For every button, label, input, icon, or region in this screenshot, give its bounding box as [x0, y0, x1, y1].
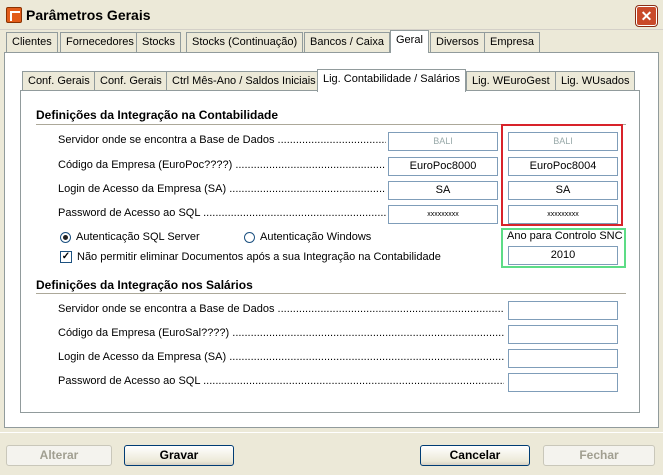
contab-server-field-1[interactable]: BALI	[388, 132, 498, 151]
highlight-red-box	[501, 124, 623, 226]
salarios-server-label: Servidor onde se encontra a Base de Dado…	[58, 303, 504, 315]
no-delete-checkbox[interactable]: ✓	[60, 251, 72, 263]
salarios-password-field[interactable]	[508, 373, 618, 392]
close-button[interactable]: ✕	[635, 5, 658, 27]
contab-server-label: Servidor onde se encontra a Base de Dado…	[58, 134, 386, 146]
cancelar-button[interactable]: Cancelar	[420, 445, 530, 466]
auth-windows-label: Autenticação Windows	[260, 231, 372, 243]
gravar-button[interactable]: Gravar	[124, 445, 234, 466]
salarios-codigo-label: Código da Empresa (EuroSal????) ........…	[58, 327, 504, 339]
snc-year-field[interactable]: 2010	[508, 246, 618, 265]
contab-password-label: Password de Acesso ao SQL ..............…	[58, 207, 386, 219]
contab-login-field-1[interactable]: SA	[388, 181, 498, 200]
tab-fornecedores[interactable]: Fornecedores	[60, 32, 140, 52]
subtab-lig-weurogest[interactable]: Lig. WEuroGest	[466, 71, 556, 91]
salarios-login-field[interactable]	[508, 349, 618, 368]
salarios-password-label: Password de Acesso ao SQL ..............…	[58, 375, 504, 387]
auth-sql-label: Autenticação SQL Server	[76, 231, 200, 243]
subtab-conf-gerais-1[interactable]: Conf. Gerais	[22, 71, 96, 91]
contab-password-field-1[interactable]: xxxxxxxxx	[388, 205, 498, 224]
salarios-codigo-field[interactable]	[508, 325, 618, 344]
tab-bancos-caixa[interactable]: Bancos / Caixa	[304, 32, 390, 52]
tab-geral[interactable]: Geral	[390, 30, 429, 53]
app-icon	[6, 7, 22, 23]
window-title: Parâmetros Gerais	[26, 7, 151, 23]
salarios-separator	[36, 293, 626, 295]
auth-sql-radio[interactable]	[60, 232, 71, 243]
contab-login-label: Login de Acesso da Empresa (SA) ........…	[58, 183, 386, 195]
tab-clientes[interactable]: Clientes	[6, 32, 58, 52]
subtab-lig-wusados[interactable]: Lig. WUsados	[555, 71, 636, 91]
tab-stocks-continuacao[interactable]: Stocks (Continuação)	[186, 32, 304, 52]
contab-codigo-field-1[interactable]: EuroPoc8000	[388, 157, 498, 176]
sub-tab-bar: Conf. Gerais Conf. Gerais Ctrl Mês-Ano /…	[20, 69, 640, 92]
salarios-server-field[interactable]	[508, 301, 618, 320]
tab-diversos[interactable]: Diversos	[430, 32, 485, 52]
alterar-button[interactable]: Alterar	[6, 445, 112, 466]
salarios-section-title: Definições da Integração nos Salários	[36, 278, 253, 292]
no-delete-label: Não permitir eliminar Documentos após a …	[77, 251, 441, 263]
title-bar: Parâmetros Gerais ✕	[0, 0, 663, 30]
tab-stocks[interactable]: Stocks	[136, 32, 182, 52]
snc-label: Ano para Controlo SNC	[507, 230, 623, 242]
auth-windows-radio[interactable]	[244, 232, 255, 243]
subtab-ctrl-mes-ano[interactable]: Ctrl Mês-Ano / Saldos Iniciais	[166, 71, 322, 91]
subtab-lig-contabilidade[interactable]: Lig. Contabilidade / Salários	[317, 69, 466, 92]
tab-empresa[interactable]: Empresa	[484, 32, 541, 52]
subtab-conf-gerais-2[interactable]: Conf. Gerais	[94, 71, 168, 91]
contab-section-title: Definições da Integração na Contabilidad…	[36, 108, 279, 122]
top-tab-bar: Clientes Fornecedores Stocks Stocks (Con…	[4, 30, 659, 53]
contab-codigo-label: Código da Empresa (EuroPoc????) ........…	[58, 159, 386, 171]
salarios-login-label: Login de Acesso da Empresa (SA) ........…	[58, 351, 504, 363]
fechar-button[interactable]: Fechar	[543, 445, 655, 466]
